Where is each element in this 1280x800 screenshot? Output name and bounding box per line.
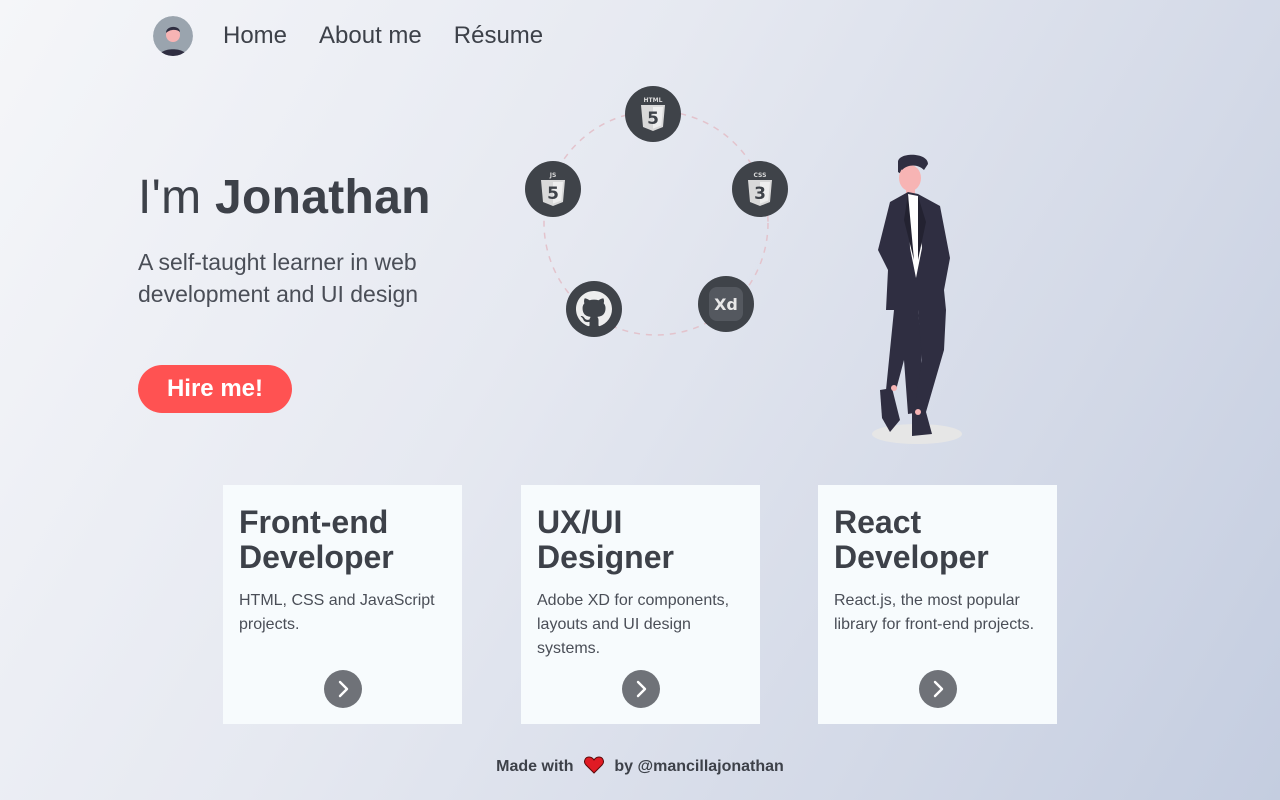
- nav-resume-link[interactable]: Résume: [454, 22, 543, 50]
- hero-greeting: I'm: [138, 171, 202, 224]
- card-title: UX/UI Designer: [537, 504, 674, 575]
- footer: Made with by @mancillajonathan: [0, 756, 1280, 776]
- nav-home-link[interactable]: Home: [223, 22, 287, 50]
- card-title: React Developer: [834, 504, 989, 575]
- github-icon: [566, 281, 622, 337]
- svg-text:3: 3: [754, 184, 766, 204]
- svg-text:5: 5: [547, 184, 559, 204]
- person-illustration: [872, 154, 962, 444]
- hire-me-button[interactable]: Hire me!: [138, 365, 292, 413]
- javascript-icon: JS 5: [525, 161, 581, 217]
- nav-about-link[interactable]: About me: [319, 22, 422, 50]
- hero-name: Jonathan: [215, 171, 431, 224]
- card-title: Front-end Developer: [239, 504, 394, 575]
- svg-text:CSS: CSS: [754, 172, 767, 179]
- card-description: HTML, CSS and JavaScript projects.: [239, 592, 435, 633]
- card-arrow-button[interactable]: [324, 670, 362, 708]
- chevron-right-icon: [338, 680, 349, 698]
- card-arrow-button[interactable]: [919, 670, 957, 708]
- card-description: React.js, the most popular library for f…: [834, 592, 1035, 633]
- chevron-right-icon: [933, 680, 944, 698]
- svg-text:HTML: HTML: [644, 97, 663, 104]
- tech-orbit: HTML 5 CSS 3 JS 5 Xd: [520, 80, 800, 350]
- card-frontend: Front-end Developer HTML, CSS and JavaSc…: [223, 485, 462, 724]
- html5-icon: HTML 5: [625, 86, 681, 142]
- card-react: React Developer React.js, the most popul…: [818, 485, 1057, 724]
- heart-icon: [584, 756, 604, 774]
- avatar[interactable]: [153, 16, 193, 56]
- hero-subtitle: A self-taught learner in web development…: [138, 249, 419, 307]
- css3-icon: CSS 3: [732, 161, 788, 217]
- footer-made-with: Made with: [496, 758, 574, 775]
- card-description: Adobe XD for components, layouts and UI …: [537, 592, 730, 657]
- svg-text:Xd: Xd: [714, 295, 738, 314]
- svg-text:5: 5: [647, 109, 659, 129]
- chevron-right-icon: [636, 680, 647, 698]
- svg-text:JS: JS: [549, 172, 557, 179]
- card-uxui: UX/UI Designer Adobe XD for components, …: [521, 485, 760, 724]
- footer-author: by @mancillajonathan: [614, 758, 784, 775]
- top-nav: Home About me Résume: [153, 15, 575, 57]
- card-arrow-button[interactable]: [622, 670, 660, 708]
- hero-title: I'm Jonathan: [138, 170, 431, 225]
- adobe-xd-icon: Xd: [698, 276, 754, 332]
